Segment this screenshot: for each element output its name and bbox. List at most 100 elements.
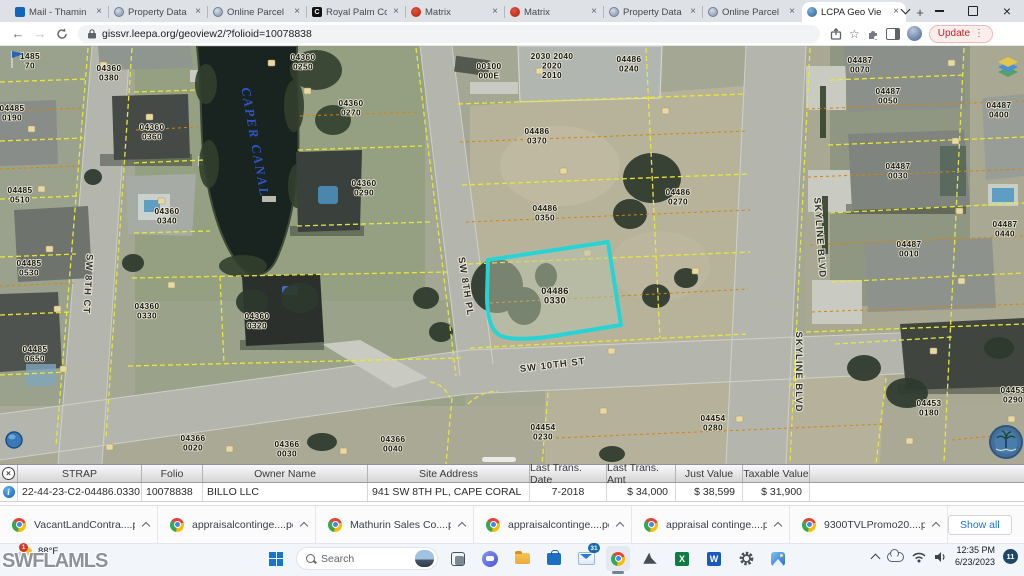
word-icon <box>707 552 721 566</box>
county-seal-logo <box>990 426 1022 458</box>
parcel-label: 043660030 <box>274 439 299 459</box>
matrix-icon <box>510 7 520 17</box>
chrome-button[interactable] <box>606 546 630 571</box>
cell-folio: 10078838 <box>142 483 203 501</box>
parcel-label: 043600340 <box>154 206 179 226</box>
tab-close-icon[interactable] <box>688 7 698 17</box>
search-icon <box>306 554 315 563</box>
tab-mail[interactable]: Mail - Thamin <box>10 2 109 22</box>
info-icon[interactable] <box>3 486 15 498</box>
back-button[interactable] <box>8 24 28 44</box>
tab-search-chevron[interactable] <box>888 0 922 22</box>
close-button[interactable] <box>990 0 1024 22</box>
reload-icon <box>56 28 68 40</box>
globe-control-icon[interactable] <box>6 432 22 448</box>
tab-close-icon[interactable] <box>94 7 104 17</box>
chevron-up-icon[interactable] <box>458 522 466 530</box>
lock-icon <box>88 29 96 39</box>
parcel-label: 043600320 <box>244 311 269 331</box>
outlook-icon <box>15 7 25 17</box>
task-view-button[interactable] <box>446 546 470 571</box>
download-chip[interactable]: 9300TVLPromo20....pdf <box>790 506 948 543</box>
excel-button[interactable] <box>670 546 694 571</box>
share-icon[interactable] <box>830 28 842 40</box>
start-button[interactable] <box>264 546 288 571</box>
mls-watermark: SWFLAMLS <box>2 550 107 573</box>
parcel-label: 044870440 <box>992 219 1017 239</box>
tab-close-icon[interactable] <box>490 7 500 17</box>
word-button[interactable] <box>702 546 726 571</box>
tab-matrix-1[interactable]: Matrix <box>406 2 505 22</box>
chat-button[interactable] <box>478 546 502 571</box>
parcel-label: 044540280 <box>700 413 725 433</box>
side-panel-icon[interactable] <box>886 28 900 40</box>
tab-close-icon[interactable] <box>193 7 203 17</box>
chevron-up-icon[interactable] <box>300 522 308 530</box>
file-explorer-button[interactable] <box>510 546 534 571</box>
parcel-label: 044860270 <box>665 187 690 207</box>
chrome-update-button[interactable]: Update <box>929 25 993 43</box>
chevron-up-icon[interactable] <box>932 522 940 530</box>
tab-close-icon[interactable] <box>292 7 302 17</box>
task-view-icon <box>451 552 465 566</box>
chevron-up-icon[interactable] <box>774 522 782 530</box>
show-all-button[interactable]: Show all <box>948 515 1012 535</box>
taskbar-clock[interactable]: 12:35 PM 6/23/2023 <box>955 545 995 568</box>
parcel-label: 044870400 <box>986 100 1011 120</box>
shark-fin-app-button[interactable] <box>638 546 662 571</box>
active-app-indicator <box>612 571 624 574</box>
excel-icon <box>675 552 689 566</box>
extensions-puzzle-icon[interactable] <box>867 28 879 40</box>
mail-button[interactable]: 31 <box>574 546 598 571</box>
store-button[interactable] <box>542 546 566 571</box>
col-owner-name: Owner Name <box>203 465 368 482</box>
bookmark-star-icon[interactable] <box>849 27 860 41</box>
browser-tab-strip: Mail - Thamin Property Data Online Parce… <box>0 0 1024 22</box>
photos-icon <box>771 552 785 566</box>
search-input[interactable]: Search <box>296 547 438 570</box>
tab-property-data-2[interactable]: Property Data <box>604 2 703 22</box>
download-chip[interactable]: Mathurin Sales Co....pdf <box>316 506 474 543</box>
table-row[interactable]: 22-44-23-C2-04486.0330 10078838 BILLO LL… <box>0 483 1024 502</box>
chevron-up-icon[interactable] <box>142 522 150 530</box>
reload-button[interactable] <box>52 24 72 44</box>
tab-online-parcel-2[interactable]: Online Parcel <box>703 2 802 22</box>
parcel-label: 044850190 <box>0 103 25 123</box>
profile-avatar[interactable] <box>907 26 922 41</box>
scrollbar-thumb[interactable] <box>482 457 516 462</box>
tab-property-data-1[interactable]: Property Data <box>109 2 208 22</box>
parcel-label: 00100000E <box>476 61 501 81</box>
maximize-button[interactable] <box>956 0 990 22</box>
minimize-button[interactable] <box>922 0 956 22</box>
settings-button[interactable] <box>734 546 758 571</box>
parcel-label: 044850510 <box>7 185 32 205</box>
download-chip[interactable]: appraisalcontinge....pdf <box>158 506 316 543</box>
parcel-label: 043600250 <box>290 52 315 72</box>
download-chip[interactable]: appraisalcontinge....pdf <box>474 506 632 543</box>
forward-button[interactable] <box>30 24 50 44</box>
url-omnibox[interactable]: gissvr.leepa.org/geoview2/?folioid=10078… <box>78 25 820 43</box>
aerial-parcel-map[interactable]: 1485700448501900448505100436003800436003… <box>0 46 1024 464</box>
tab-online-parcel-1[interactable]: Online Parcel <box>208 2 307 22</box>
wifi-icon[interactable] <box>912 551 926 563</box>
tab-royal-palm[interactable]: Royal Palm Co <box>307 2 406 22</box>
chevron-up-icon[interactable] <box>616 522 624 530</box>
chrome-icon <box>611 552 625 566</box>
parcel-label: 044860330 <box>541 286 569 306</box>
tab-matrix-2[interactable]: Matrix <box>505 2 604 22</box>
notification-count-badge[interactable]: 11 <box>1003 549 1018 564</box>
col-last-trans-date: Last Trans. Date <box>530 465 607 482</box>
download-chip[interactable]: appraisal continge....pdf <box>632 506 790 543</box>
parcel-label: 043600360 <box>139 122 164 142</box>
parcel-label: 043600330 <box>134 301 159 321</box>
tab-close-icon[interactable] <box>589 7 599 17</box>
table-close-icon[interactable] <box>2 467 15 480</box>
photos-button[interactable] <box>766 546 790 571</box>
volume-icon[interactable] <box>934 551 947 563</box>
menu-dots-icon[interactable] <box>974 28 984 39</box>
tab-close-icon[interactable] <box>391 7 401 17</box>
tray-chevron-up-icon[interactable] <box>871 553 881 563</box>
tab-close-icon[interactable] <box>787 7 797 17</box>
download-chip[interactable]: VacantLandContra....pdf <box>0 506 158 543</box>
onedrive-cloud-icon[interactable] <box>887 552 904 562</box>
